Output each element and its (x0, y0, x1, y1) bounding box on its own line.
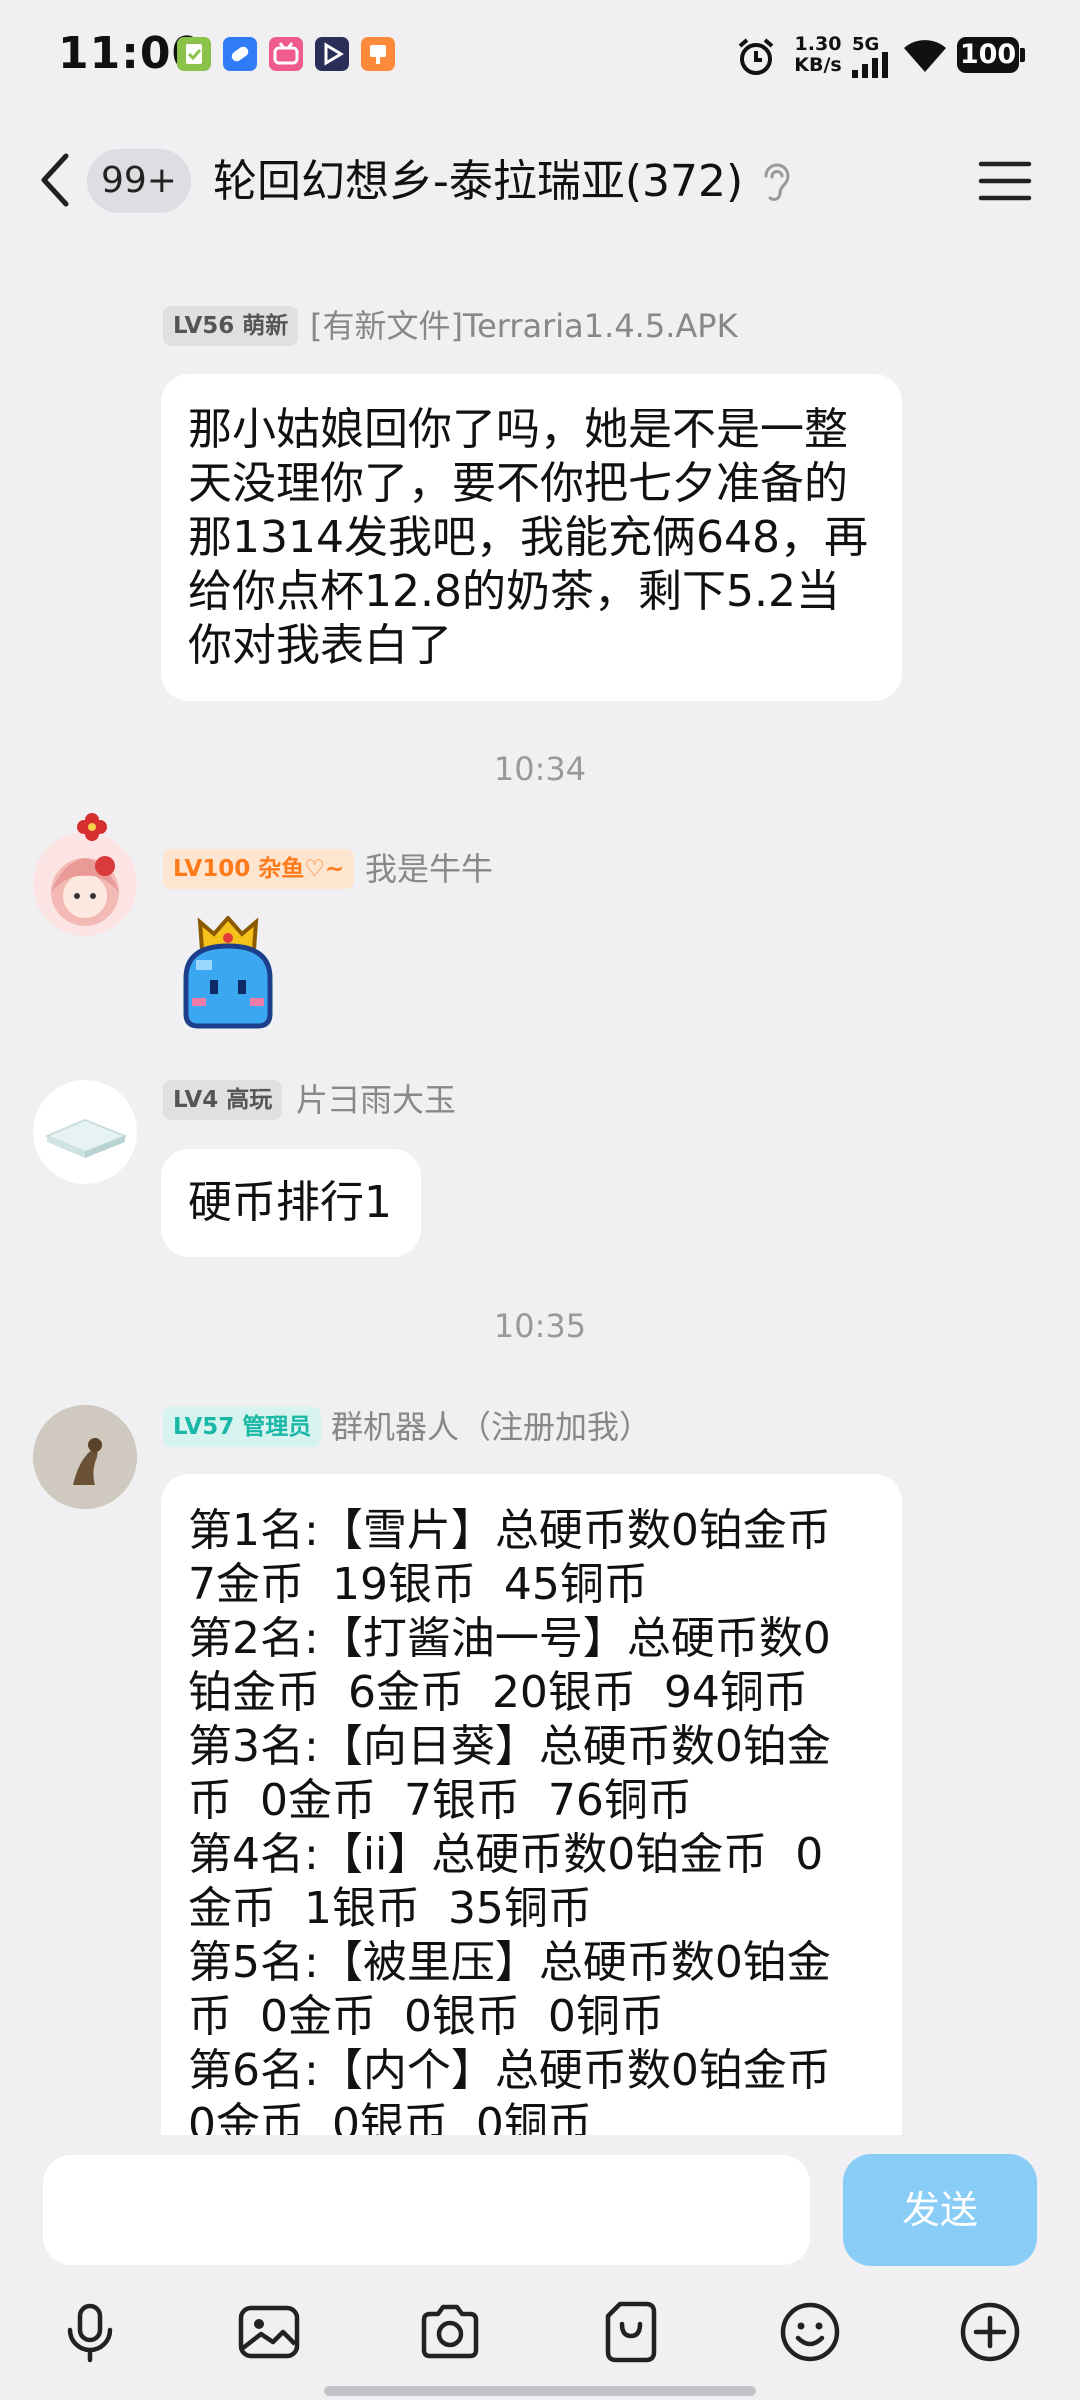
avatar[interactable] (33, 832, 137, 936)
folder-icon[interactable] (598, 2300, 662, 2364)
image-icon[interactable] (237, 2300, 301, 2364)
home-indicator[interactable] (324, 2386, 756, 2396)
message-line: 给你点杯12.8的奶茶，剩下5.2当 (188, 566, 840, 617)
message-input[interactable] (43, 2155, 810, 2265)
avatar[interactable] (33, 1080, 137, 1184)
message-line: 铂金币 6金币 20银币 94铜币 (188, 1667, 808, 1718)
battery-tip (1020, 48, 1025, 62)
time-divider: 10:34 (493, 750, 587, 788)
net-speed-value: 1.30 (794, 33, 842, 55)
sender-name[interactable]: 群机器人（注册加我） (331, 1407, 651, 1447)
message-line: 币 0金币 0银币 0铜币 (188, 1991, 664, 2042)
back-icon[interactable] (36, 150, 76, 210)
time-divider: 10:35 (493, 1307, 587, 1345)
camera-icon[interactable] (418, 2300, 482, 2364)
message-line: 第2名:【打酱油一号】总硬币数0 (188, 1613, 831, 1664)
app-notification-icon (361, 37, 395, 71)
message-line: 币 0金币 7银币 76铜币 (188, 1775, 692, 1826)
sender-name[interactable]: [有新文件]Terraria1.4.5.APK (310, 306, 738, 346)
video-app-icon (315, 37, 349, 71)
message-bubble[interactable]: 第1名:【雪片】总硬币数0铂金币 7金币 19银币 45铜币 第2名:【打酱油一… (161, 1474, 902, 2194)
flower-decoration-icon (77, 813, 107, 841)
message-line: 那小姑娘回你了吗，她是不是一整 (188, 404, 848, 455)
app-notification-icon (223, 37, 257, 71)
sender-name[interactable]: 片彐雨大玉 (296, 1080, 456, 1120)
message-bubble[interactable]: 那小姑娘回你了吗，她是不是一整 天没理你了，要不你把七夕准备的 那1314发我吧… (161, 374, 902, 701)
alarm-icon (738, 38, 774, 75)
send-button[interactable]: 发送 (843, 2154, 1037, 2266)
member-level-badge: LV100 杂鱼♡~ (163, 849, 355, 889)
unread-count-badge[interactable]: 99+ (87, 149, 191, 213)
member-level-badge: LV4 高玩 (163, 1080, 283, 1120)
message-bubble[interactable]: 硬币排行1 (161, 1149, 421, 1257)
member-level-badge: LV56 萌新 (163, 306, 299, 346)
group-title[interactable]: 轮回幻想乡-泰拉瑞亚(372) (213, 152, 743, 212)
wifi-icon (904, 40, 946, 72)
status-bar: 11:00 1.30 KB/s 5G 100 (0, 0, 1080, 120)
net-speed-unit: KB/s (794, 54, 842, 76)
net-speed: 1.30 KB/s (788, 34, 848, 76)
message-line: 你对我表白了 (188, 620, 452, 671)
app-notification-icon (177, 37, 211, 71)
message-line: 第1名:【雪片】总硬币数0铂金币 (188, 1505, 831, 1556)
sender-name[interactable]: 我是牛牛 (365, 849, 493, 889)
battery-icon: 100 (957, 37, 1019, 73)
slime-sticker[interactable] (176, 916, 280, 1030)
signal-icon (852, 52, 888, 78)
message-line: 金币 1银币 35铜币 (188, 1883, 592, 1934)
mic-icon[interactable] (58, 2300, 122, 2364)
member-level-badge: LV57 管理员 (163, 1407, 322, 1447)
message-line: 那1314发我吧，我能充俩648，再 (188, 512, 868, 563)
ear-icon[interactable] (760, 160, 792, 204)
plus-icon[interactable] (958, 2300, 1022, 2364)
message-line: 第4名:【ii】总硬币数0铂金币 0 (188, 1829, 824, 1880)
emoji-icon[interactable] (778, 2300, 842, 2364)
menu-icon[interactable] (978, 160, 1032, 202)
message-line: 天没理你了，要不你把七夕准备的 (188, 458, 848, 509)
message-line: 第3名:【向日葵】总硬币数0铂金 (188, 1721, 831, 1772)
message-line: 第5名:【被里压】总硬币数0铂金 (188, 1937, 831, 1988)
bilibili-icon (269, 37, 303, 71)
avatar[interactable] (33, 1405, 137, 1509)
message-line: 第6名:【内个】总硬币数0铂金币 (188, 2045, 831, 2096)
message-line: 7金币 19银币 45铜币 (188, 1559, 648, 1610)
